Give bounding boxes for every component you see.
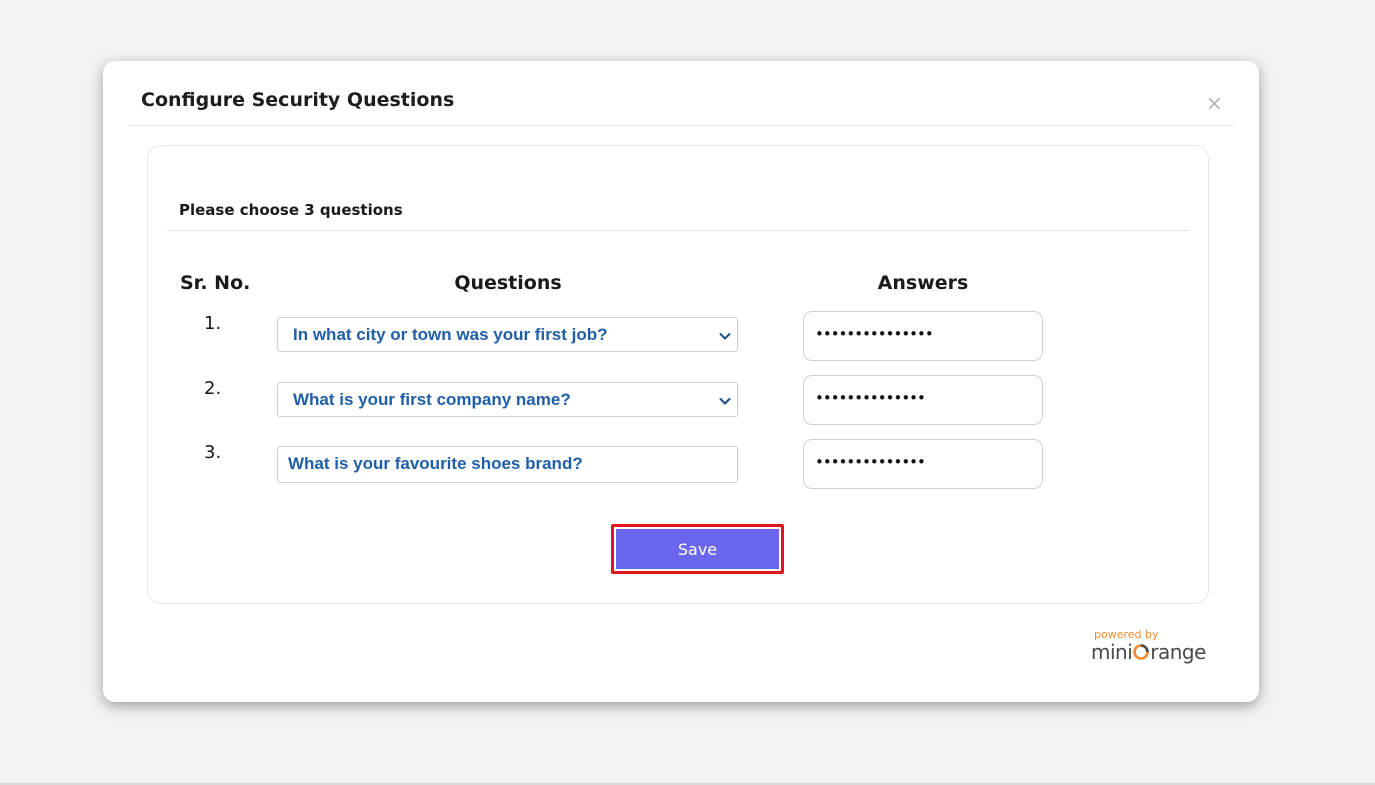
modal-title: Configure Security Questions (141, 89, 455, 111)
row-number-2: 2. (204, 378, 222, 399)
chevron-down-icon (719, 333, 731, 340)
answer-field-2[interactable]: •••••••••••••• (803, 375, 1043, 425)
instructions-text: Please choose 3 questions (179, 201, 403, 219)
instructions-divider (167, 230, 1189, 231)
answer-field-1[interactable]: ••••••••••••••• (803, 311, 1043, 361)
save-button-highlight: Save (611, 524, 784, 574)
header-questions: Questions (454, 272, 562, 294)
question-input-3[interactable]: What is your favourite shoes brand? (277, 446, 738, 483)
answer-field-3[interactable]: •••••••••••••• (803, 439, 1043, 489)
row-number-1: 1. (204, 313, 222, 334)
question-text-1: In what city or town was your first job? (293, 325, 608, 344)
miniorange-branding: powered by mini range (1091, 628, 1206, 664)
answer-mask-2: •••••••••••••• (815, 389, 926, 407)
answer-mask-1: ••••••••••••••• (815, 325, 934, 343)
miniorange-logo-icon (1133, 644, 1150, 660)
row-number-3: 3. (204, 442, 222, 463)
question-select-1[interactable]: In what city or town was your first job? (277, 317, 738, 352)
close-icon[interactable]: × (1206, 93, 1223, 113)
security-questions-modal: Configure Security Questions × Please ch… (103, 61, 1259, 702)
header-sr-no: Sr. No. (180, 272, 251, 294)
brand-prefix: mini (1091, 640, 1133, 664)
chevron-down-icon (719, 398, 731, 405)
question-text-2: What is your first company name? (293, 390, 571, 409)
title-divider (128, 125, 1234, 126)
questions-card: Please choose 3 questions Sr. No. Questi… (147, 145, 1209, 604)
question-text-3: What is your favourite shoes brand? (288, 454, 583, 473)
header-answers: Answers (877, 272, 969, 294)
answer-mask-3: •••••••••••••• (815, 453, 926, 471)
brand-suffix: range (1150, 640, 1206, 664)
brand-name: mini range (1091, 640, 1206, 664)
question-select-2[interactable]: What is your first company name? (277, 382, 738, 417)
save-button[interactable]: Save (616, 529, 779, 569)
